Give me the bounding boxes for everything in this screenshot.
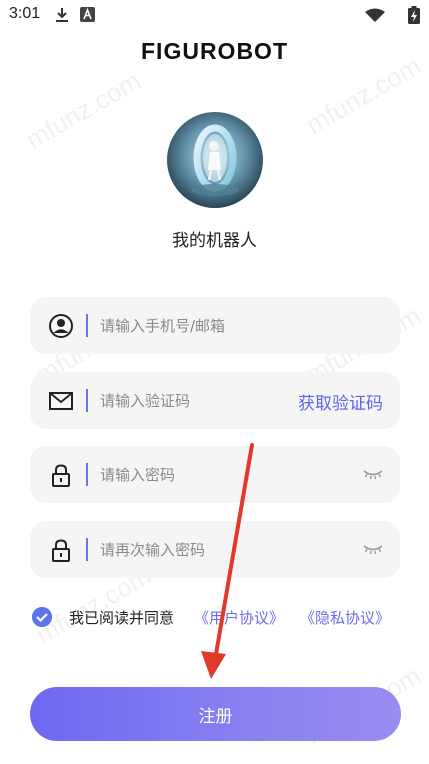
phone-email-field[interactable] — [30, 297, 400, 354]
watermark: mfunz.com — [20, 65, 146, 155]
avatar[interactable] — [167, 112, 263, 208]
battery-charging-icon — [408, 6, 420, 24]
user-icon — [49, 314, 73, 338]
agreement-text: 我已阅读并同意 — [69, 609, 175, 627]
lock-icon — [52, 539, 70, 562]
field-divider — [86, 538, 88, 561]
field-divider — [86, 314, 88, 337]
robot-name: 我的机器人 — [172, 231, 257, 251]
get-code-button[interactable]: 获取验证码 — [298, 389, 383, 414]
confirm-password-field[interactable] — [30, 521, 400, 578]
verification-code-field[interactable]: 获取验证码 — [30, 372, 400, 429]
verification-code-input[interactable] — [100, 372, 270, 429]
phone-email-input[interactable] — [100, 297, 300, 354]
eye-closed-icon[interactable] — [363, 543, 383, 555]
mail-icon — [49, 392, 73, 410]
agreement-checkbox[interactable] — [32, 607, 52, 627]
agreement-row: 我已阅读并同意 《用户协议》 《隐私协议》 — [32, 606, 402, 628]
download-icon — [56, 8, 68, 22]
field-divider — [86, 389, 88, 412]
field-divider — [86, 463, 88, 486]
password-input[interactable] — [100, 446, 300, 503]
eye-closed-icon[interactable] — [363, 468, 383, 480]
status-bar: 3:01 — [0, 0, 429, 30]
lock-icon — [52, 464, 70, 487]
a-notification-icon — [80, 7, 95, 22]
wifi-icon — [365, 8, 385, 22]
confirm-password-input[interactable] — [100, 521, 300, 578]
app-logo: FIGUROBOT — [141, 38, 288, 64]
privacy-agreement-link[interactable]: 《隐私协议》 — [300, 607, 390, 628]
user-agreement-link[interactable]: 《用户协议》 — [194, 607, 284, 628]
status-time: 3:01 — [9, 5, 41, 22]
register-button[interactable]: 注册 — [30, 687, 401, 741]
avatar-image — [167, 112, 263, 208]
password-field[interactable] — [30, 446, 400, 503]
